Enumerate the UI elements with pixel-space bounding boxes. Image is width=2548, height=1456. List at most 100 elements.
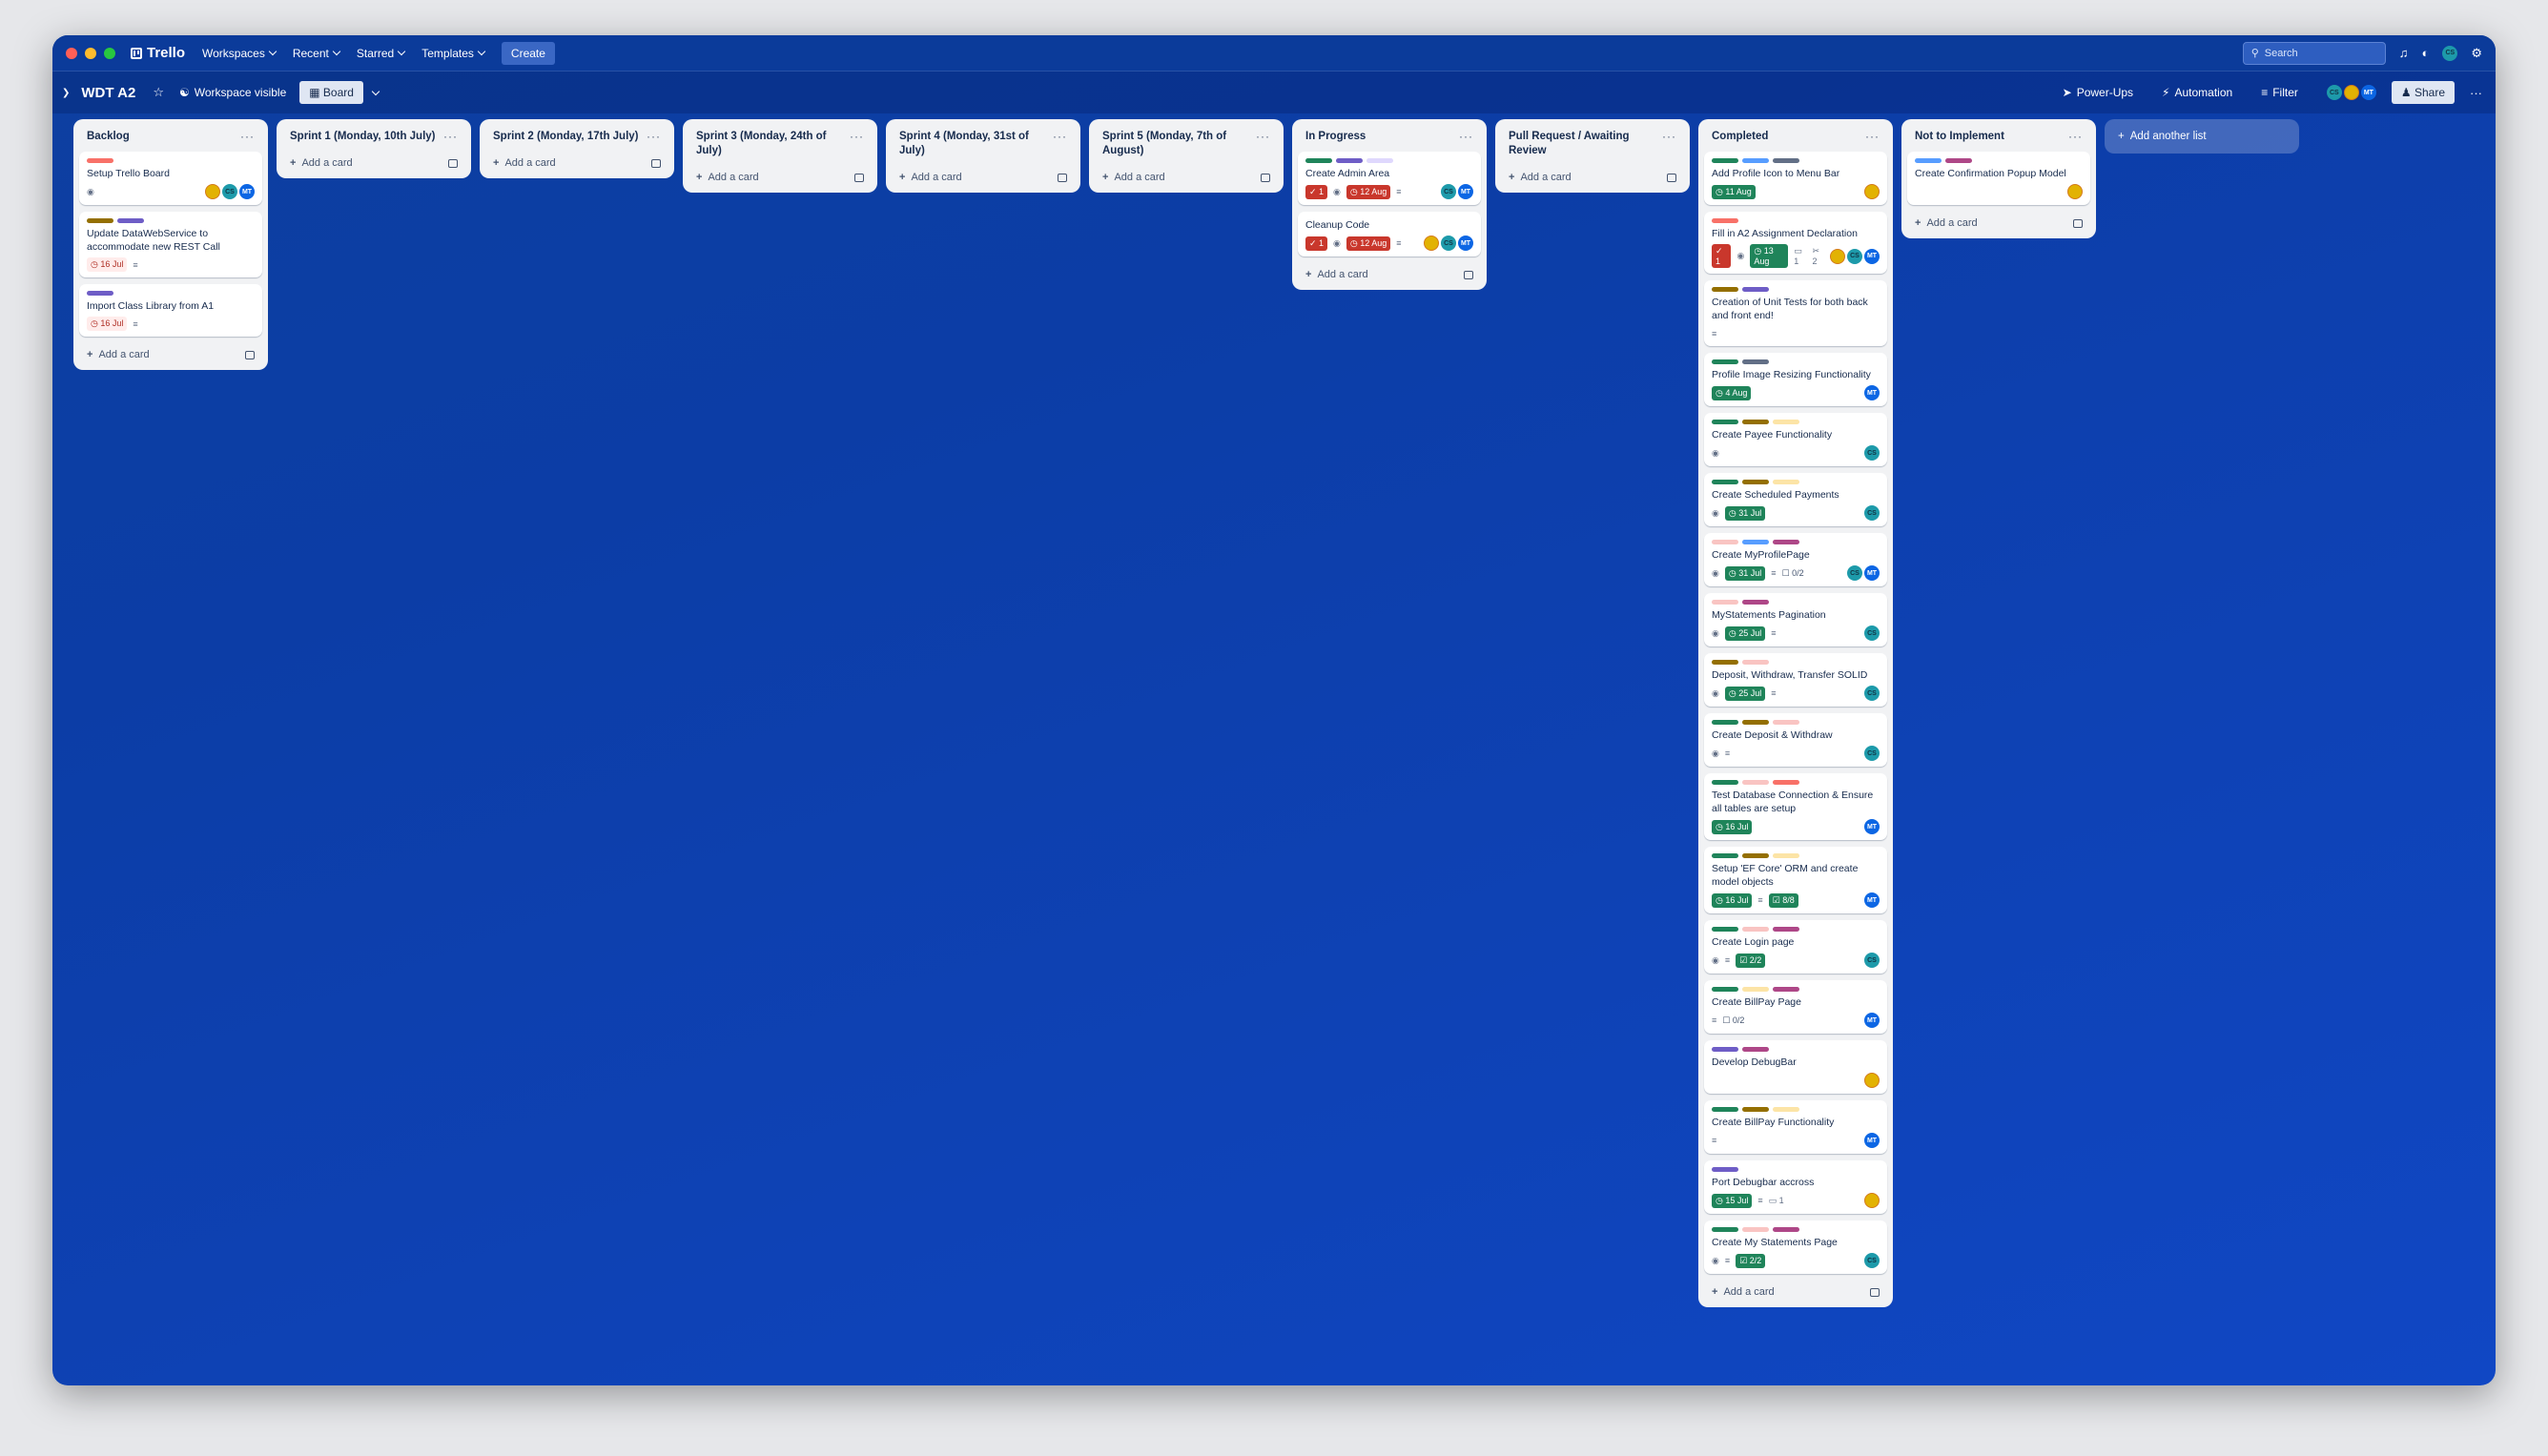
card-label-purple[interactable]: [1742, 287, 1769, 292]
member-avatar[interactable]: MT: [2360, 85, 2376, 100]
card-label-rose[interactable]: [1712, 600, 1738, 605]
list-menu-icon[interactable]: ···: [1459, 130, 1473, 143]
member-avatar[interactable]: CS: [1864, 505, 1880, 521]
list-title[interactable]: Not to Implement: [1915, 130, 2004, 144]
add-card-button[interactable]: + Add a card: [892, 166, 1075, 187]
card-label-green[interactable]: [1712, 158, 1738, 163]
card[interactable]: Profile Image Resizing Functionality ◷ 4 …: [1704, 353, 1887, 406]
card-label-green[interactable]: [1712, 480, 1738, 484]
nav-templates[interactable]: Templates: [421, 47, 486, 60]
card[interactable]: Create Scheduled Payments ◉ ◷ 31 Jul CS: [1704, 473, 1887, 526]
member-avatar[interactable]: CS: [1441, 236, 1456, 251]
member-avatar[interactable]: CS: [1864, 1253, 1880, 1268]
card-label-olive[interactable]: [1742, 480, 1769, 484]
card[interactable]: Create Payee Functionality ◉ CS: [1704, 413, 1887, 466]
card-template-icon[interactable]: [854, 173, 864, 182]
due-date-badge[interactable]: ◷ 25 Jul: [1724, 686, 1766, 701]
card[interactable]: Fill in A2 Assignment Declaration ✓ 1 ◉ ◷ 1…: [1704, 212, 1887, 274]
card[interactable]: Creation of Unit Tests for both back and…: [1704, 280, 1887, 346]
filter-button[interactable]: ≡ Filter: [2261, 86, 2298, 99]
card-label-grey[interactable]: [1742, 359, 1769, 364]
theme-toggle-icon[interactable]: ◐: [2421, 46, 2429, 60]
card-label-purple[interactable]: [1336, 158, 1363, 163]
card[interactable]: Update DataWebService to accommodate new…: [79, 212, 262, 277]
card-template-icon[interactable]: [245, 350, 255, 359]
due-date-badge[interactable]: ◷ 16 Jul: [87, 257, 128, 272]
board-members[interactable]: CS MT: [2326, 85, 2376, 100]
card-label-blue[interactable]: [1915, 158, 1942, 163]
list-menu-icon[interactable]: ···: [1053, 130, 1067, 143]
member-avatar[interactable]: MT: [1864, 819, 1880, 834]
add-card-button[interactable]: + Add a card: [1907, 212, 2090, 233]
card[interactable]: Create Deposit & Withdraw ◉ ≡ CS: [1704, 713, 1887, 767]
list-title[interactable]: Sprint 1 (Monday, 10th July): [290, 130, 436, 144]
member-avatar[interactable]: MT: [1864, 1013, 1880, 1028]
more-options-icon[interactable]: ···: [2470, 86, 2482, 100]
card-label-rose[interactable]: [1742, 780, 1769, 785]
card[interactable]: Create BillPay Functionality ≡ MT: [1704, 1100, 1887, 1154]
card-label-pink[interactable]: [1773, 540, 1799, 544]
due-date-badge[interactable]: ◷ 31 Jul: [1724, 505, 1766, 521]
create-button[interactable]: Create: [501, 41, 555, 65]
card-label-green[interactable]: [1712, 853, 1738, 858]
member-avatar[interactable]: MT: [239, 184, 255, 199]
member-avatar[interactable]: CS: [1864, 953, 1880, 968]
card[interactable]: Cleanup Code ✓ 1 ◉ ◷ 12 Aug ≡ CS MT: [1298, 212, 1481, 256]
member-avatar-photo[interactable]: [205, 184, 220, 199]
due-date-badge[interactable]: ◷ 12 Aug: [1346, 236, 1391, 251]
card-label-pink[interactable]: [1773, 987, 1799, 992]
card-label-olive[interactable]: [1742, 720, 1769, 725]
member-avatar[interactable]: CS: [1441, 184, 1456, 199]
member-avatar[interactable]: MT: [1458, 236, 1473, 251]
card-template-icon[interactable]: [1058, 173, 1067, 182]
card-label-green[interactable]: [1712, 420, 1738, 424]
list-title[interactable]: Sprint 2 (Monday, 17th July): [493, 130, 639, 144]
due-date-badge[interactable]: ◷ 15 Jul: [1712, 1193, 1753, 1208]
card-label-olive[interactable]: [87, 218, 113, 223]
card[interactable]: Test Database Connection & Ensure all ta…: [1704, 773, 1887, 840]
card-label-olive[interactable]: [1742, 420, 1769, 424]
nav-recent[interactable]: Recent: [293, 47, 341, 60]
card[interactable]: Create Confirmation Popup Model: [1907, 152, 2090, 205]
minimize-window-icon[interactable]: [85, 47, 96, 59]
card-label-olive[interactable]: [1712, 287, 1738, 292]
card-label-blue[interactable]: [1742, 158, 1769, 163]
member-avatar[interactable]: MT: [1864, 892, 1880, 908]
card-template-icon[interactable]: [1870, 1287, 1880, 1297]
due-date-badge[interactable]: ◷ 16 Jul: [1712, 892, 1753, 908]
card-label-peach[interactable]: [1773, 1107, 1799, 1112]
card-label-purple[interactable]: [87, 291, 113, 296]
list-menu-icon[interactable]: ···: [1662, 130, 1676, 143]
add-card-button[interactable]: + Add a card: [1298, 263, 1481, 284]
member-avatar[interactable]: CS: [1847, 565, 1862, 581]
nav-workspaces[interactable]: Workspaces: [202, 47, 277, 60]
add-card-button[interactable]: + Add a card: [79, 343, 262, 364]
card-label-coral[interactable]: [1773, 780, 1799, 785]
card[interactable]: Import Class Library from A1 ◷ 16 Jul ≡: [79, 284, 262, 337]
card[interactable]: Create Login page ◉ ≡ ☑ 2/2 CS: [1704, 920, 1887, 974]
due-date-badge[interactable]: ◷ 13 Aug: [1750, 244, 1789, 268]
card[interactable]: Create Admin Area ✓ 1 ◉ ◷ 12 Aug ≡ CS MT: [1298, 152, 1481, 205]
star-icon[interactable]: ☆: [153, 85, 164, 100]
add-card-button[interactable]: + Add a card: [1704, 1281, 1887, 1302]
due-date-badge[interactable]: ◷ 16 Jul: [1712, 819, 1753, 834]
member-avatar[interactable]: MT: [1864, 385, 1880, 400]
search-input[interactable]: ⚲ Search: [2242, 41, 2386, 65]
list-title[interactable]: Pull Request / Awaiting Review: [1509, 130, 1662, 158]
member-avatar-photo[interactable]: [2067, 184, 2083, 199]
card[interactable]: Deposit, Withdraw, Transfer SOLID ◉ ◷ 25 J…: [1704, 653, 1887, 707]
card-label-peach[interactable]: [1773, 420, 1799, 424]
member-avatar[interactable]: MT: [1864, 1133, 1880, 1148]
card-label-green[interactable]: [1712, 359, 1738, 364]
card-label-red[interactable]: [1712, 218, 1738, 223]
member-avatar[interactable]: CS: [1864, 625, 1880, 641]
member-avatar-photo[interactable]: [1830, 248, 1845, 264]
card-template-icon[interactable]: [1464, 270, 1473, 279]
add-card-button[interactable]: + Add a card: [688, 166, 872, 187]
card-label-rose[interactable]: [1742, 660, 1769, 665]
trello-logo[interactable]: Trello: [131, 45, 185, 61]
card-label-olive[interactable]: [1742, 853, 1769, 858]
card-label-pink[interactable]: [1773, 1227, 1799, 1232]
view-switch-chevron-icon[interactable]: [371, 87, 380, 95]
card[interactable]: Setup 'EF Core' ORM and create model obj…: [1704, 847, 1887, 913]
